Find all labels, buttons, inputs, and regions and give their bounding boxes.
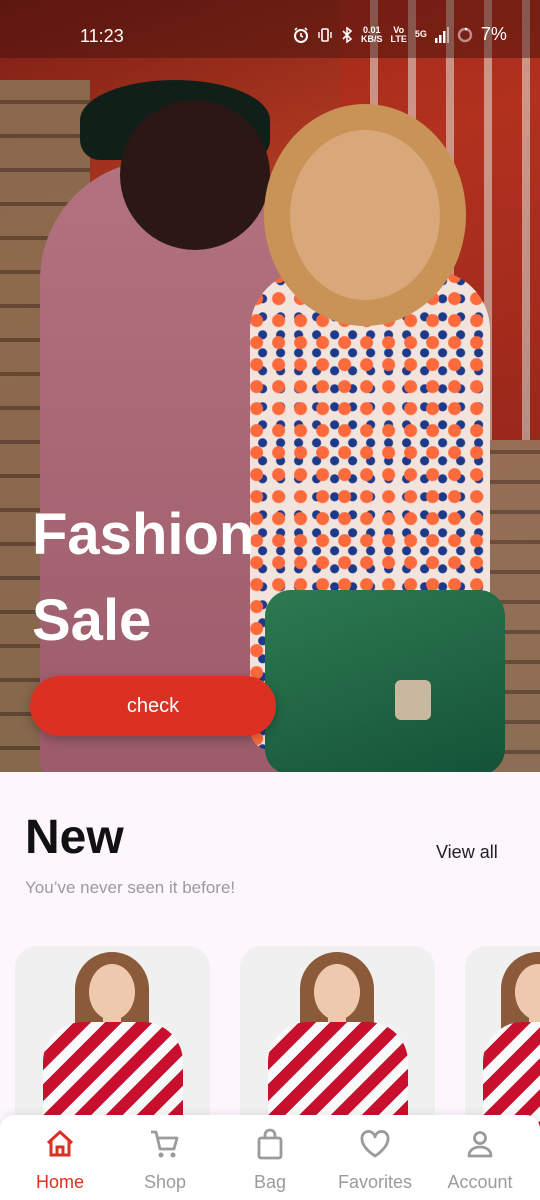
bag-icon	[253, 1127, 287, 1166]
status-bar: 11:23 0.01 KB/S Vo LTE 5G 7%	[0, 0, 540, 72]
bottom-navigation: Home Shop Bag Favorites Account	[0, 1115, 540, 1200]
net-speed-unit: KB/S	[361, 33, 383, 44]
alarm-icon	[293, 26, 309, 43]
bluetooth-icon	[341, 26, 353, 43]
network-type: 5G	[414, 29, 427, 39]
nav-item-home[interactable]: Home	[6, 1127, 114, 1193]
net-speed: 0.01 KB/S	[361, 25, 383, 44]
nav-item-bag[interactable]: Bag	[216, 1127, 324, 1193]
nav-item-favorites[interactable]: Favorites	[321, 1127, 429, 1193]
battery-percent: 7%	[480, 24, 507, 44]
person-icon	[463, 1127, 497, 1166]
signal-icon	[434, 26, 449, 43]
nav-item-account[interactable]: Account	[426, 1127, 534, 1193]
status-time: 11:23	[80, 26, 124, 46]
section-subtitle: You’ve never seen it before!	[25, 878, 236, 897]
nav-label-account: Account	[447, 1172, 513, 1192]
section-title-new: New	[25, 811, 124, 864]
hero-model-2-head	[290, 130, 440, 300]
nav-label-favorites: Favorites	[337, 1172, 413, 1192]
hero-model-1-head	[120, 100, 270, 250]
cart-icon	[148, 1127, 182, 1166]
vibrate-icon	[317, 27, 333, 43]
nav-label-bag: Bag	[253, 1172, 287, 1192]
product-image-face	[314, 964, 360, 1020]
product-image-face	[89, 964, 135, 1020]
heart-icon	[358, 1127, 392, 1166]
view-all-link[interactable]: View all	[436, 842, 498, 863]
nav-label-shop: Shop	[143, 1172, 187, 1192]
check-button[interactable]: check	[30, 676, 276, 736]
nav-item-shop[interactable]: Shop	[111, 1127, 219, 1193]
home-icon	[43, 1127, 77, 1166]
battery-icon	[457, 27, 473, 43]
hero-title: Fashion Sale	[32, 502, 255, 653]
hero-handbag-clasp	[395, 680, 431, 720]
volte-bottom: LTE	[390, 33, 407, 44]
volte-icon: Vo LTE	[390, 25, 407, 44]
nav-label-home: Home	[35, 1172, 84, 1192]
status-icons: 0.01 KB/S Vo LTE 5G 7%	[293, 24, 507, 45]
